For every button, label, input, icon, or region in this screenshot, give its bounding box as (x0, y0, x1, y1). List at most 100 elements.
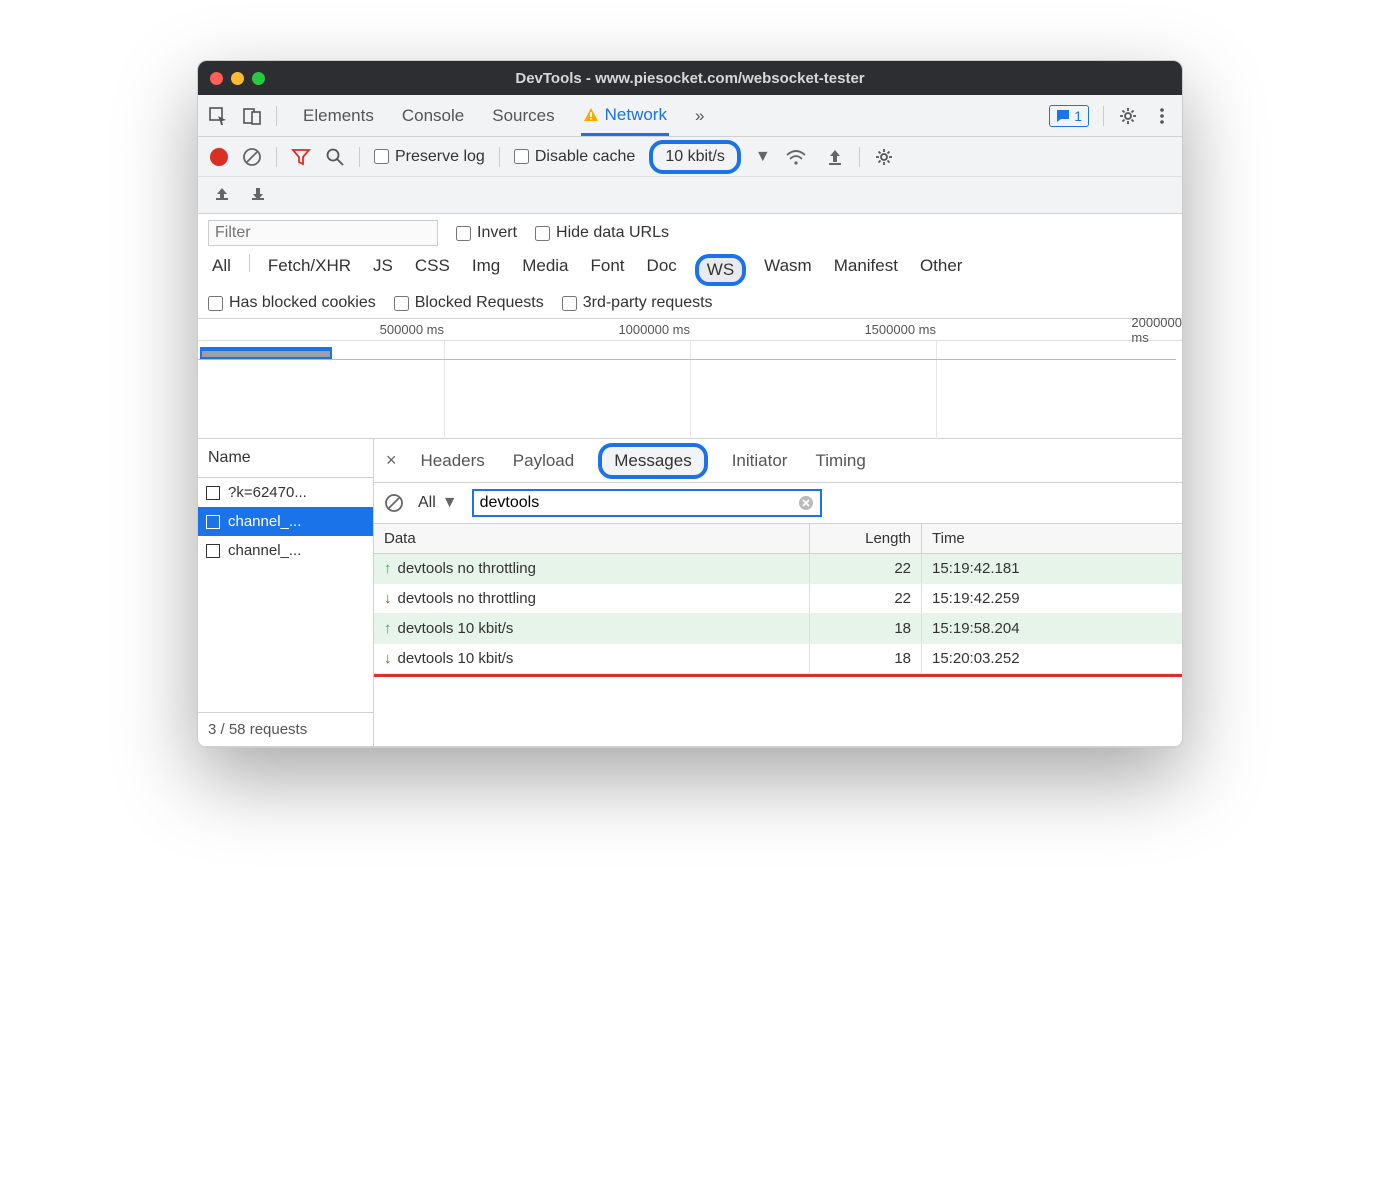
detail-tab-timing[interactable]: Timing (811, 443, 869, 479)
main-tabbar: Elements Console Sources Network » 1 (198, 95, 1182, 137)
detail-tab-initiator[interactable]: Initiator (728, 443, 792, 479)
messages-header-row: Data Length Time (374, 524, 1182, 554)
messages-table: Data Length Time ↑devtools no throttling… (374, 524, 1182, 746)
col-data-header[interactable]: Data (374, 524, 810, 553)
request-detail-pane: × Headers Payload Messages Initiator Tim… (374, 439, 1182, 746)
separator (276, 106, 277, 126)
col-time-header[interactable]: Time (922, 524, 1182, 553)
requests-status: 3 / 58 requests (198, 712, 373, 746)
filter-toggle-icon[interactable] (291, 147, 311, 167)
type-js[interactable]: JS (369, 254, 397, 286)
timeline-tick: 2000000 ms (1131, 315, 1182, 345)
blocked-cookies-checkbox[interactable]: Has blocked cookies (208, 294, 376, 312)
messages-toolbar: All ▼ (374, 483, 1182, 524)
main-tabs: Elements Console Sources Network » (301, 97, 706, 135)
messages-search-input[interactable] (480, 494, 798, 512)
timeline-selection[interactable] (200, 347, 332, 359)
detail-tab-headers[interactable]: Headers (417, 443, 489, 479)
devtools-window: DevTools - www.piesocket.com/websocket-t… (197, 60, 1183, 748)
type-font[interactable]: Font (587, 254, 629, 286)
tab-network[interactable]: Network (581, 97, 669, 136)
detail-tabs: × Headers Payload Messages Initiator Tim… (374, 439, 1182, 483)
disable-cache-checkbox[interactable]: Disable cache (514, 148, 636, 166)
hide-data-urls-checkbox[interactable]: Hide data URLs (535, 224, 669, 242)
type-fetch-xhr[interactable]: Fetch/XHR (264, 254, 355, 286)
col-length-header[interactable]: Length (810, 524, 922, 553)
arrow-down-icon: ↓ (384, 650, 392, 667)
timeline-tick: 1500000 ms (864, 322, 936, 337)
type-other[interactable]: Other (916, 254, 967, 286)
ws-frame-icon (206, 515, 220, 529)
kebab-menu-icon[interactable] (1152, 106, 1172, 126)
clear-search-icon[interactable] (798, 495, 814, 511)
type-doc[interactable]: Doc (643, 254, 681, 286)
network-settings-icon[interactable] (874, 147, 894, 167)
timeline-tick: 1000000 ms (618, 322, 690, 337)
chat-icon (1056, 109, 1070, 123)
type-media[interactable]: Media (518, 254, 572, 286)
tab-elements[interactable]: Elements (301, 97, 376, 135)
message-row[interactable]: ↑devtools 10 kbit/s 18 15:19:58.204 (374, 614, 1182, 644)
tab-console[interactable]: Console (400, 97, 466, 135)
preserve-log-checkbox[interactable]: Preserve log (374, 148, 485, 166)
record-button[interactable] (210, 148, 228, 166)
request-row[interactable]: channel_... (198, 507, 373, 536)
detail-tab-payload[interactable]: Payload (509, 443, 578, 479)
titlebar: DevTools - www.piesocket.com/websocket-t… (198, 61, 1182, 95)
filter-input[interactable] (208, 220, 438, 246)
request-row[interactable]: channel_... (198, 536, 373, 565)
timeline-overview[interactable]: 500000 ms 1000000 ms 1500000 ms 2000000 … (198, 319, 1182, 439)
messages-end-marker (374, 674, 1182, 677)
timeline-tick: 500000 ms (380, 322, 444, 337)
clear-icon[interactable] (242, 147, 262, 167)
close-window-button[interactable] (210, 72, 223, 85)
type-img[interactable]: Img (468, 254, 504, 286)
message-row[interactable]: ↓devtools no throttling 22 15:19:42.259 (374, 584, 1182, 614)
requests-list: ?k=62470... channel_... channel_... (198, 478, 373, 712)
messages-type-select[interactable]: All ▼ (414, 492, 462, 514)
detail-tab-messages[interactable]: Messages (598, 443, 707, 479)
chevron-down-icon: ▼ (442, 494, 458, 512)
type-wasm[interactable]: Wasm (760, 254, 816, 286)
request-row[interactable]: ?k=62470... (198, 478, 373, 507)
network-conditions-icon[interactable] (785, 146, 807, 168)
search-icon[interactable] (325, 147, 345, 167)
ws-frame-icon (206, 544, 220, 558)
arrow-up-icon: ↑ (384, 560, 392, 577)
type-css[interactable]: CSS (411, 254, 454, 286)
messages-search[interactable] (472, 489, 822, 517)
window-title: DevTools - www.piesocket.com/websocket-t… (198, 70, 1182, 87)
separator (249, 254, 250, 272)
upload-har-icon[interactable] (825, 147, 845, 167)
tab-sources[interactable]: Sources (490, 97, 556, 135)
third-party-checkbox[interactable]: 3rd-party requests (562, 294, 713, 312)
separator (499, 147, 500, 167)
separator (1103, 106, 1104, 126)
separator (859, 147, 860, 167)
type-all[interactable]: All (208, 254, 235, 286)
settings-icon[interactable] (1118, 106, 1138, 126)
type-ws[interactable]: WS (695, 254, 746, 286)
minimize-window-button[interactable] (231, 72, 244, 85)
throttling-dropdown-icon[interactable]: ▼ (755, 148, 771, 166)
device-toolbar-icon[interactable] (242, 106, 262, 126)
name-column-header[interactable]: Name (198, 439, 373, 478)
message-row[interactable]: ↓devtools 10 kbit/s 18 15:20:03.252 (374, 644, 1182, 674)
blocked-requests-checkbox[interactable]: Blocked Requests (394, 294, 544, 312)
invert-checkbox[interactable]: Invert (456, 224, 517, 242)
network-toolbar: Preserve log Disable cache 10 kbit/s ▼ (198, 137, 1182, 177)
maximize-window-button[interactable] (252, 72, 265, 85)
issues-button[interactable]: 1 (1049, 105, 1089, 127)
arrow-down-icon: ↓ (384, 590, 392, 607)
type-manifest[interactable]: Manifest (830, 254, 902, 286)
filter-bar: Invert Hide data URLs All Fetch/XHR JS C… (198, 214, 1182, 319)
throttling-select[interactable]: 10 kbit/s (649, 140, 741, 174)
har-buttons-row (198, 177, 1182, 214)
import-har-icon[interactable] (248, 183, 268, 203)
export-har-icon[interactable] (212, 183, 232, 203)
message-row[interactable]: ↑devtools no throttling 22 15:19:42.181 (374, 554, 1182, 584)
inspect-element-icon[interactable] (208, 106, 228, 126)
clear-messages-icon[interactable] (384, 493, 404, 513)
close-detail-icon[interactable]: × (386, 450, 397, 471)
more-tabs-button[interactable]: » (693, 97, 706, 135)
